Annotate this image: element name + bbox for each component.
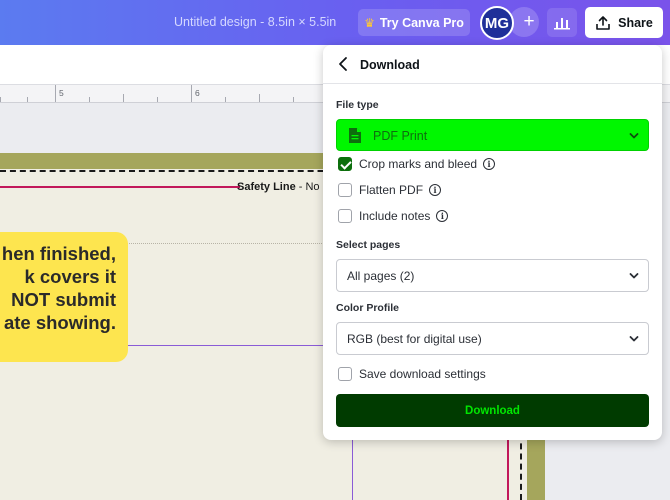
bar-chart-icon <box>554 18 570 30</box>
info-icon[interactable]: i <box>436 210 449 222</box>
panel-title: Download <box>360 58 420 72</box>
select-pages-dropdown[interactable]: All pages (2) <box>336 259 649 292</box>
safety-line-label-bold: Safety Line <box>237 181 296 193</box>
back-arrow-icon[interactable] <box>335 55 353 73</box>
info-icon[interactable]: i <box>483 158 496 170</box>
margin-guide-vertical <box>352 440 353 500</box>
note-line: k covers it <box>24 266 116 287</box>
try-canva-pro-button[interactable]: ♛ Try Canva Pro <box>358 9 470 36</box>
flatten-pdf-option[interactable]: Flatten PDF i <box>338 182 442 198</box>
crop-marks-checkbox[interactable] <box>338 157 352 171</box>
save-settings-label: Save download settings <box>359 367 486 381</box>
crop-marks-option[interactable]: Crop marks and bleed i <box>338 156 496 172</box>
color-profile-label: Color Profile <box>336 302 400 314</box>
ruler-mark: 5 <box>59 88 64 98</box>
select-pages-value: All pages (2) <box>347 269 415 283</box>
color-profile-dropdown[interactable]: RGB (best for digital use) <box>336 322 649 355</box>
include-notes-checkbox[interactable] <box>338 209 352 223</box>
safety-line-label-rest: - No <box>295 181 320 193</box>
top-bar: Untitled design - 8.5in × 5.5in ♛ Try Ca… <box>0 0 670 45</box>
chevron-down-icon <box>629 336 639 342</box>
note-line: NOT submit <box>11 289 116 310</box>
document-icon <box>349 128 361 143</box>
document-title[interactable]: Untitled design - 8.5in × 5.5in <box>174 15 336 29</box>
try-canva-pro-label: Try Canva Pro <box>379 15 464 30</box>
chevron-down-icon <box>629 273 639 279</box>
info-icon[interactable]: i <box>429 184 442 196</box>
ruler-mark: 6 <box>195 88 200 98</box>
flatten-pdf-label: Flatten PDF <box>359 183 424 197</box>
safety-line-label[interactable]: Safety Line - No <box>237 181 320 193</box>
file-type-label: File type <box>336 99 379 111</box>
share-label: Share <box>618 15 653 30</box>
insights-button[interactable] <box>547 8 577 37</box>
select-pages-label: Select pages <box>336 239 401 251</box>
chevron-down-icon <box>629 133 639 139</box>
include-notes-label: Include notes <box>359 209 431 223</box>
download-panel-header: Download <box>323 45 662 84</box>
file-type-select[interactable]: PDF Print <box>336 119 649 151</box>
file-type-value: PDF Print <box>373 129 428 143</box>
safety-line-right <box>507 440 509 500</box>
plus-icon: + <box>523 11 535 32</box>
color-profile-value: RGB (best for digital use) <box>347 332 482 346</box>
save-settings-option[interactable]: Save download settings <box>338 366 486 382</box>
safety-line-top <box>0 186 240 188</box>
crown-icon: ♛ <box>364 15 375 30</box>
save-settings-checkbox[interactable] <box>338 367 352 381</box>
instruction-note[interactable]: hen finished, k covers it NOT submit ate… <box>0 232 128 362</box>
share-button[interactable]: Share <box>585 7 663 38</box>
note-line: ate showing. <box>3 312 116 333</box>
note-line: hen finished, <box>1 243 116 264</box>
download-panel: Download File type PDF Print Crop marks … <box>323 45 662 440</box>
flatten-pdf-checkbox[interactable] <box>338 183 352 197</box>
crop-marks-label: Crop marks and bleed <box>359 157 478 171</box>
download-button[interactable]: Download <box>336 394 649 427</box>
avatar[interactable]: MG <box>480 6 514 40</box>
upload-icon <box>596 15 610 30</box>
include-notes-option[interactable]: Include notes i <box>338 208 449 224</box>
